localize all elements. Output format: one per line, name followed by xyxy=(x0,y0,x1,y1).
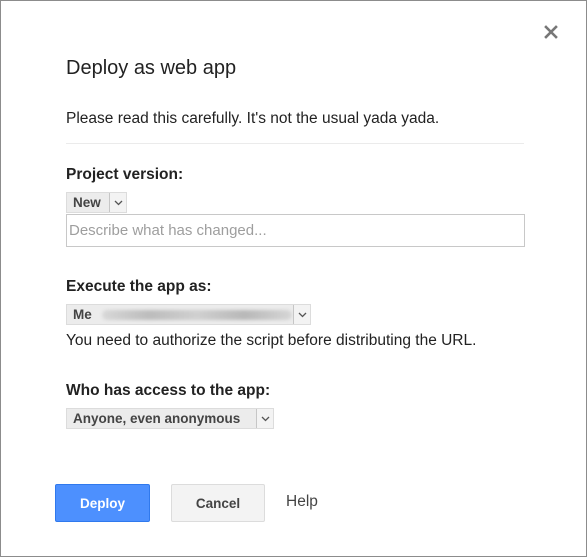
access-value: Anyone, even anonymous xyxy=(73,411,241,426)
help-link[interactable]: Help xyxy=(286,493,318,511)
access-select[interactable]: Anyone, even anonymous xyxy=(66,408,274,429)
dialog-title: Deploy as web app xyxy=(66,57,237,79)
execute-as-value: Me xyxy=(73,307,92,322)
divider xyxy=(66,143,524,144)
project-version-label: Project version: xyxy=(66,166,184,183)
access-caret xyxy=(256,409,273,428)
chevron-down-icon xyxy=(261,416,269,421)
project-version-caret xyxy=(109,193,126,212)
execute-as-label: Execute the app as: xyxy=(66,278,212,295)
project-version-select[interactable]: New xyxy=(66,192,127,213)
chevron-down-icon xyxy=(298,312,306,317)
execute-as-caret xyxy=(293,305,310,324)
close-button[interactable] xyxy=(540,21,562,43)
version-description-input[interactable] xyxy=(66,214,525,247)
chevron-down-icon xyxy=(114,200,122,205)
close-icon xyxy=(544,25,558,39)
intro-text: Please read this carefully. It's not the… xyxy=(66,110,440,127)
redacted-email xyxy=(101,309,292,320)
project-version-value: New xyxy=(73,195,101,210)
access-label: Who has access to the app: xyxy=(66,382,271,399)
deploy-dialog: Deploy as web app Please read this caref… xyxy=(0,0,587,557)
cancel-button[interactable]: Cancel xyxy=(171,484,265,522)
execute-as-select[interactable]: Me xyxy=(66,304,311,325)
deploy-button[interactable]: Deploy xyxy=(55,484,150,522)
authorize-note: You need to authorize the script before … xyxy=(66,332,477,349)
